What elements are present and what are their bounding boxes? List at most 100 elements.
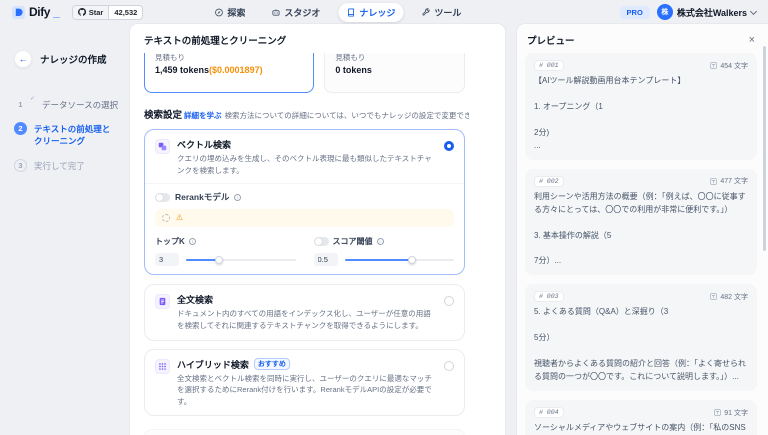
main-panel: テキストの前処理とクリーニング 見積もり 1,459 tokens($0.000…: [130, 24, 505, 435]
warning-icon: ⚠: [176, 214, 183, 222]
step-label: データソースの選択: [42, 98, 118, 111]
score-threshold-toggle[interactable]: [314, 237, 329, 246]
method-card-fulltext-search[interactable]: 全文検索 ドキュメント内のすべての用語をインデックス化し、ユーザーが任意の用語を…: [144, 284, 465, 340]
loading-icon: [162, 214, 170, 222]
method-title: ベクトル検索: [177, 138, 434, 151]
preview-title: プレビュー: [527, 33, 575, 47]
score-slider-knob[interactable]: [408, 256, 416, 264]
chunk-id-badge: # 004: [534, 407, 564, 418]
topk-slider[interactable]: [186, 259, 296, 261]
chunk-card: # 004 91 文字 ソーシャルメディアやウェブサイトの案内（例：「私のSNS…: [525, 400, 757, 435]
score-slider[interactable]: [345, 259, 455, 261]
chunk-char-count: 482 文字: [720, 292, 748, 302]
plan-badge[interactable]: PRO: [620, 6, 650, 19]
method-card-hybrid-search[interactable]: ハイブリッド検索 おすすめ 全文検索とベクトル検索を同時に実行し、ユーザーのクエ…: [144, 349, 465, 417]
star-count: 42,532: [109, 6, 142, 19]
dify-logo-icon: [12, 6, 25, 19]
step-item-preprocess[interactable]: 2 テキストの前処理とクリーニング: [14, 122, 122, 148]
divider: [145, 183, 464, 184]
hybrid-search-icon: [155, 359, 170, 374]
chunk-char-count: 477 文字: [720, 176, 748, 186]
step-item-datasource[interactable]: 1 ✓ データソースの選択: [14, 98, 122, 111]
fulltext-search-icon: [155, 294, 170, 309]
char-count-icon: [710, 62, 717, 69]
info-icon[interactable]: [189, 238, 196, 245]
search-settings-title: 検索設定: [144, 110, 182, 121]
top-right: PRO 株 株式会社Walkers: [620, 4, 756, 20]
chunk-id-badge: # 001: [534, 60, 564, 71]
nav-label: ツール: [434, 6, 461, 19]
close-icon[interactable]: ×: [749, 35, 755, 46]
chevron-down-icon: [750, 7, 757, 14]
topk-input[interactable]: [155, 253, 179, 266]
info-icon[interactable]: [377, 238, 384, 245]
topk-slider-knob[interactable]: [215, 256, 223, 264]
chunk-card: # 001 454 文字 【AIツール解説動画用台本テンプレート】 1. オープ…: [525, 53, 757, 160]
doc-preprocess-card: ドキュメントの前処理 台本テンプレート 推定チャンク数 4: [144, 429, 465, 435]
rerank-label: Rerankモデル: [175, 191, 229, 203]
estimate-card-selected[interactable]: 見積もり 1,459 tokens($0.0001897): [144, 53, 314, 93]
dify-logo[interactable]: Dify_: [12, 5, 60, 19]
main-nav: 探索 スタジオ ナレッジ ツール: [206, 3, 469, 22]
tools-icon: [421, 8, 430, 17]
sidebar: ナレッジの作成 1 ✓ データソースの選択 2 テキストの前処理とクリーニング …: [0, 24, 130, 435]
method-title: ハイブリッド検索: [177, 358, 249, 371]
chunk-char-count: 454 文字: [720, 61, 748, 71]
vector-search-icon: [155, 139, 170, 154]
avatar: 株: [657, 4, 673, 20]
page-title: ナレッジの作成: [40, 52, 107, 66]
step-label: 実行して完了: [34, 159, 85, 172]
nav-label: 探索: [227, 6, 245, 19]
estimate-cards: 見積もり 1,459 tokens($0.0001897) 見積もり 0 tok…: [144, 53, 465, 93]
step-label: テキストの前処理とクリーニング: [34, 122, 116, 148]
star-label: Star: [89, 8, 104, 17]
step-item-execute[interactable]: 3 実行して完了: [14, 159, 122, 172]
step-number: 1: [14, 98, 27, 111]
nav-item-studio[interactable]: スタジオ: [263, 3, 328, 22]
preview-chunk-list: # 001 454 文字 【AIツール解説動画用台本テンプレート】 1. オープ…: [517, 53, 768, 435]
nav-item-tools[interactable]: ツール: [413, 3, 469, 22]
estimate-label: 見積もり: [335, 53, 454, 63]
github-star-badge[interactable]: Star 42,532: [72, 5, 144, 20]
knowledge-icon: [346, 8, 355, 17]
rerank-model-select[interactable]: ⚠: [155, 209, 454, 227]
method-desc: 全文検索とベクトル検索を同時に実行し、ユーザーのクエリに最適なマッチを選択するた…: [177, 373, 434, 408]
score-param: スコア閾値: [314, 236, 455, 266]
estimate-label: 見積もり: [155, 53, 303, 63]
chunk-id-badge: # 002: [534, 176, 564, 187]
chunk-card: # 003 482 文字 5. よくある質問（Q&A）と深掘り（3 5分） 視聴…: [525, 284, 757, 391]
back-button[interactable]: [14, 50, 32, 68]
chunk-card: # 002 477 文字 利用シーンや活用方法の概要（例：「例えば、〇〇に従事す…: [525, 169, 757, 276]
nav-item-explore[interactable]: 探索: [206, 3, 253, 22]
github-icon: [78, 8, 86, 16]
score-input[interactable]: [314, 253, 338, 266]
method-desc: クエリの埋め込みを生成し、そのベクトル表現に最も類似したテキストチャンクを検索し…: [177, 153, 434, 176]
chunk-text: 5. よくある質問（Q&A）と深掘り（3 5分） 視聴者からよくある質問の紹介と…: [534, 306, 748, 384]
studio-icon: [271, 8, 280, 17]
search-settings-header: 検索設定詳細を学ぶ検索方法についての詳細については、いつでもナレッジの設定で変更…: [144, 105, 469, 123]
app-root: Dify_ Star 42,532 探索 スタジオ ナレッジ: [0, 0, 768, 435]
chunk-id-badge: # 003: [534, 291, 564, 302]
nav-label: ナレッジ: [359, 6, 395, 19]
nav-label: スタジオ: [284, 6, 320, 19]
preview-panel: プレビュー × # 001 454 文字 【AIツール解説動画用台本テンプレート…: [517, 24, 768, 435]
account-menu[interactable]: 株 株式会社Walkers: [657, 4, 756, 20]
vector-search-radio[interactable]: [444, 141, 454, 151]
rerank-toggle[interactable]: [155, 193, 170, 202]
explore-icon: [214, 8, 223, 17]
method-desc: ドキュメント内のすべての用語をインデックス化し、ユーザーが任意の用語を検索してそ…: [177, 308, 434, 331]
steps-list: 1 ✓ データソースの選択 2 テキストの前処理とクリーニング 3 実行して完了: [14, 98, 122, 172]
estimate-tokens: 0 tokens: [335, 65, 454, 75]
learn-more-link[interactable]: 詳細を学ぶ: [184, 111, 222, 120]
estimate-card-plain[interactable]: 見積もり 0 tokens: [324, 53, 465, 93]
preview-scrollbar[interactable]: [763, 46, 766, 251]
method-card-vector-search[interactable]: ベクトル検索 クエリの埋め込みを生成し、そのベクトル表現に最も類似したテキストチ…: [144, 129, 465, 275]
nav-item-knowledge[interactable]: ナレッジ: [338, 3, 403, 22]
search-settings-desc: 検索方法についての詳細については、いつでもナレッジの設定で変更できます。: [225, 111, 469, 120]
hybrid-search-radio[interactable]: [444, 361, 454, 371]
chunk-char-count: 91 文字: [724, 408, 748, 418]
sticky-section-title: テキストの前処理とクリーニング: [130, 24, 505, 53]
info-icon[interactable]: [234, 194, 241, 201]
chunk-text: ソーシャルメディアやウェブサイトの案内（例：「私のSNSやウェブサイトもぜひチェ…: [534, 422, 748, 435]
score-label: スコア閾値: [333, 236, 373, 247]
